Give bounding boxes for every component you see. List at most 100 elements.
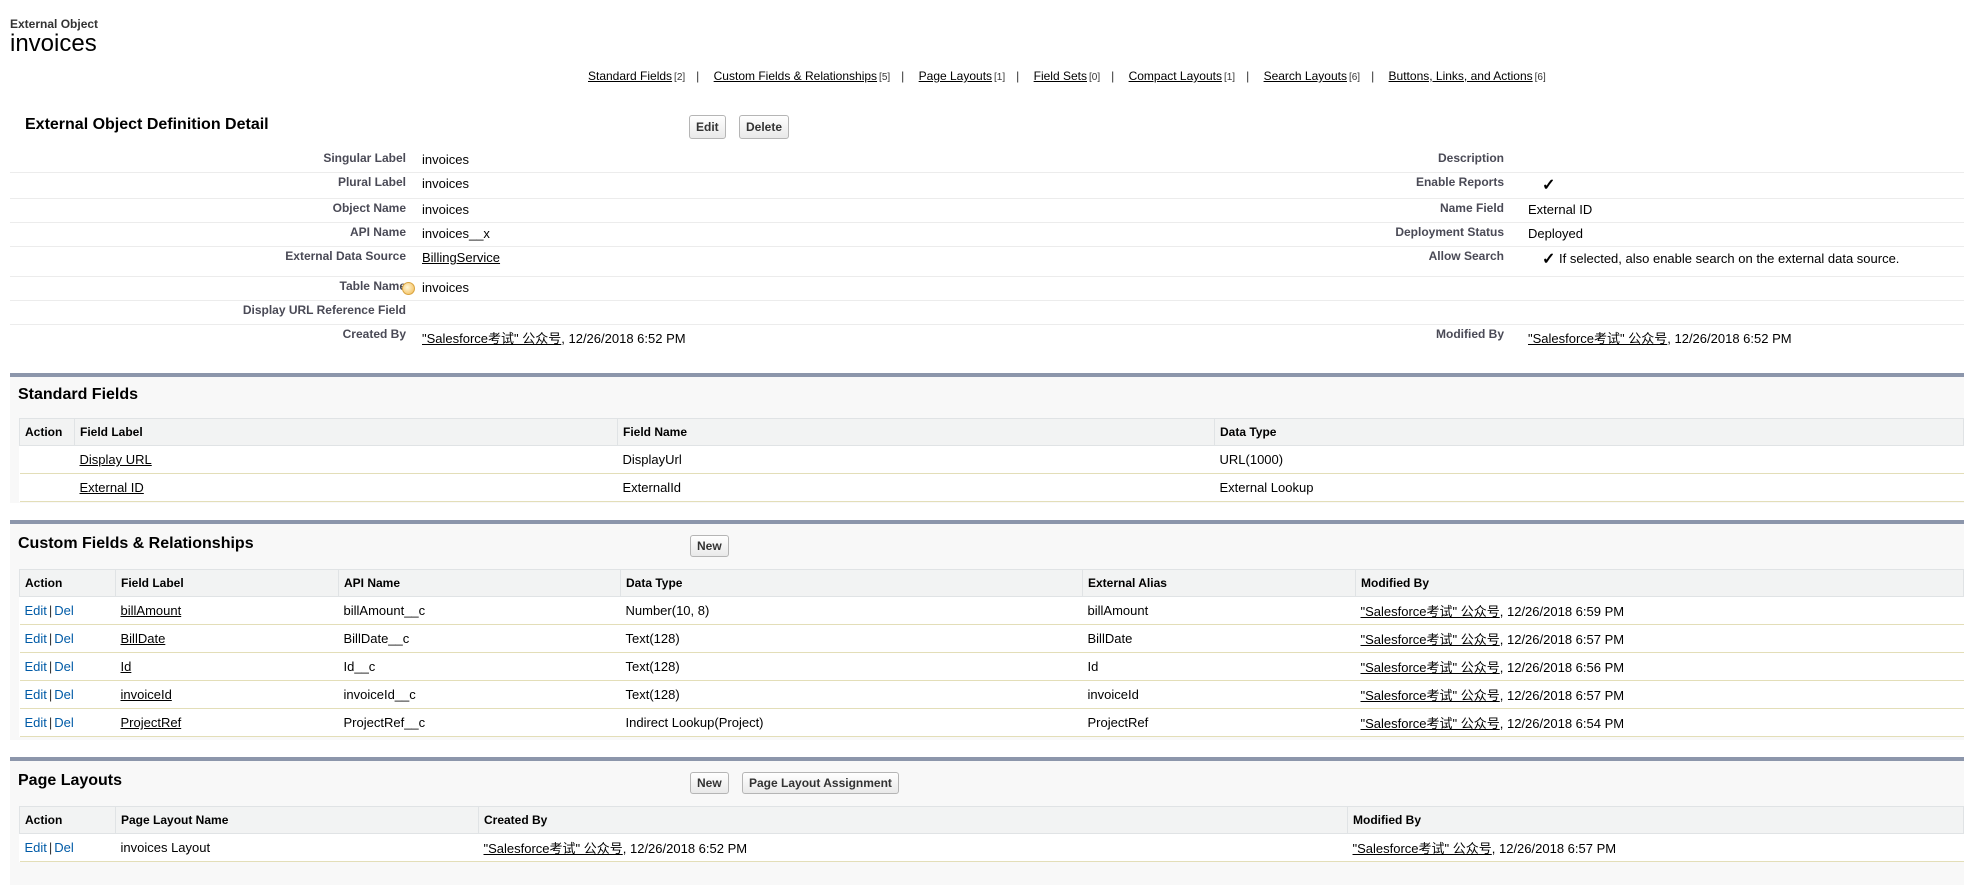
- custom-fields-title: Custom Fields & Relationships: [18, 535, 254, 552]
- data-type: External Lookup: [1214, 473, 1964, 502]
- detail-row: External Data Source BillingService Allo…: [10, 246, 1964, 277]
- detail-row: API Name invoices__x Deployment Status D…: [10, 222, 1964, 247]
- new-page-layout-button[interactable]: New: [690, 772, 729, 794]
- data-type: URL(1000): [1214, 445, 1964, 474]
- api-name: ProjectRef__c: [338, 708, 621, 737]
- api-name-value: invoices__x: [422, 226, 490, 241]
- custom-fields-table: Action Field Label API Name Data Type Ex…: [19, 569, 1964, 737]
- delete-link[interactable]: Del: [54, 631, 74, 646]
- modified-by: "Salesforce考试" 公众号, 12/26/2018 6:57 PM: [1355, 680, 1964, 709]
- field-label-link[interactable]: Id: [121, 659, 132, 674]
- description-label: Description: [1437, 151, 1504, 165]
- row-actions: Edit | Del: [19, 652, 116, 681]
- delete-link[interactable]: Del: [54, 603, 74, 618]
- column-header: Field Label: [115, 569, 339, 597]
- data-type: Number(10, 8): [620, 596, 1083, 625]
- data-type: Text(128): [620, 680, 1083, 709]
- edit-link[interactable]: Edit: [25, 840, 47, 855]
- created-by: "Salesforce考试" 公众号, 12/26/2018 6:52 PM: [478, 833, 1348, 862]
- link-field-sets[interactable]: Field Sets: [1034, 69, 1087, 83]
- link-custom-fields[interactable]: Custom Fields & Relationships: [714, 69, 877, 83]
- edit-link[interactable]: Edit: [25, 715, 47, 730]
- count-buttons-links-actions: [6]: [1534, 72, 1546, 83]
- standard-fields-section: Standard Fields Action Field Label Field…: [10, 373, 1964, 503]
- created-by-user-link[interactable]: "Salesforce考试" 公众号: [422, 331, 561, 346]
- delete-button[interactable]: Delete: [739, 115, 790, 139]
- column-header: Modified By: [1355, 569, 1964, 597]
- allow-search-checkmark-icon: ✓: [1542, 251, 1556, 268]
- modified-by-value: "Salesforce考试" 公众号, 12/26/2018 6:52 PM: [1528, 328, 1792, 347]
- link-compact-layouts[interactable]: Compact Layouts: [1129, 69, 1222, 83]
- user-link[interactable]: "Salesforce考试" 公众号: [1361, 716, 1500, 731]
- count-compact-layouts: [1]: [1223, 72, 1236, 83]
- enable-reports-checkmark-icon: ✓: [1542, 177, 1556, 194]
- page-layouts-table: Action Page Layout Name Created By Modif…: [19, 806, 1964, 862]
- field-label-link[interactable]: ProjectRef: [121, 715, 182, 730]
- new-custom-field-button[interactable]: New: [690, 535, 729, 557]
- external-data-source-link[interactable]: BillingService: [422, 250, 500, 265]
- link-page-layouts[interactable]: Page Layouts: [919, 69, 992, 83]
- modified-by: "Salesforce考试" 公众号, 12/26/2018 6:56 PM: [1355, 652, 1964, 681]
- user-link[interactable]: "Salesforce考试" 公众号: [1361, 632, 1500, 647]
- field-label-link[interactable]: billAmount: [121, 603, 182, 618]
- column-header: Data Type: [1214, 418, 1964, 446]
- modified-by-date: , 12/26/2018 6:52 PM: [1667, 331, 1792, 346]
- delete-link[interactable]: Del: [54, 659, 74, 674]
- page-layout-assignment-button[interactable]: Page Layout Assignment: [742, 772, 899, 794]
- column-header: Action: [19, 418, 75, 446]
- detail-row: Object Name invoices Name Field External…: [10, 198, 1964, 223]
- link-standard-fields[interactable]: Standard Fields: [588, 69, 672, 83]
- delete-link[interactable]: Del: [54, 715, 74, 730]
- modified-by-label: Modified By: [1436, 327, 1504, 341]
- related-list-links: Standard Fields [2] | Custom Fields & Rela…: [588, 69, 1546, 83]
- user-link[interactable]: "Salesforce考试" 公众号: [1361, 688, 1500, 703]
- user-link[interactable]: "Salesforce考试" 公众号: [1361, 660, 1500, 675]
- count-standard-fields: [2]: [674, 72, 686, 83]
- table-row: Edit | Del Id Id__c Text(128) Id "Salesfor…: [19, 652, 1964, 681]
- field-label-link[interactable]: External ID: [80, 480, 144, 495]
- delete-link[interactable]: Del: [54, 687, 74, 702]
- help-icon[interactable]: [402, 282, 415, 295]
- field-name: ExternalId: [617, 473, 1215, 502]
- created-by-date: , 12/26/2018 6:52 PM: [561, 331, 686, 346]
- link-buttons-links-actions[interactable]: Buttons, Links, and Actions: [1389, 69, 1533, 83]
- table-row: Display URL DisplayUrl URL(1000): [19, 445, 1964, 474]
- user-link[interactable]: "Salesforce考试" 公众号: [1361, 604, 1500, 619]
- field-label-link[interactable]: BillDate: [121, 631, 166, 646]
- row-actions: Edit | Del: [19, 708, 116, 737]
- external-alias: Id: [1082, 652, 1356, 681]
- user-link[interactable]: "Salesforce考试" 公众号: [484, 841, 623, 856]
- link-search-layouts[interactable]: Search Layouts: [1264, 69, 1347, 83]
- table-row: Edit | Del billAmount billAmount__c Number…: [19, 596, 1964, 625]
- detail-row: Display URL Reference Field: [10, 300, 1964, 325]
- name-field-label: Name Field: [1439, 201, 1504, 215]
- column-header: Page Layout Name: [115, 806, 479, 834]
- plural-label-value: invoices: [422, 176, 469, 191]
- column-header: API Name: [338, 569, 621, 597]
- modified-by: "Salesforce考试" 公众号, 12/26/2018 6:57 PM: [1355, 624, 1964, 653]
- edit-button[interactable]: Edit: [689, 115, 726, 139]
- edit-link[interactable]: Edit: [25, 659, 47, 674]
- api-name: BillDate__c: [338, 624, 621, 653]
- user-link[interactable]: "Salesforce考试" 公众号: [1353, 841, 1492, 856]
- field-label-link[interactable]: invoiceId: [121, 687, 172, 702]
- modified-by-user-link[interactable]: "Salesforce考试" 公众号: [1528, 331, 1667, 346]
- api-name: invoiceId__c: [338, 680, 621, 709]
- detail-row: Created By "Salesforce考试" 公众号, 12/26/201…: [10, 324, 1964, 348]
- column-header: Field Label: [74, 418, 618, 446]
- table-name-label: Table Name: [339, 279, 406, 293]
- delete-link[interactable]: Del: [54, 840, 74, 855]
- deployment-status-label: Deployment Status: [1395, 225, 1504, 239]
- table-row: Edit | Del invoices Layout "Salesforce考试" …: [19, 833, 1964, 862]
- enable-reports-label: Enable Reports: [1415, 175, 1504, 189]
- edit-link[interactable]: Edit: [25, 603, 47, 618]
- edit-link[interactable]: Edit: [25, 631, 47, 646]
- created-by-value: "Salesforce考试" 公众号, 12/26/2018 6:52 PM: [422, 328, 686, 347]
- column-header: Data Type: [620, 569, 1083, 597]
- external-data-source-label: External Data Source: [285, 249, 406, 263]
- field-label-link[interactable]: Display URL: [80, 452, 152, 467]
- external-alias: ProjectRef: [1082, 708, 1356, 737]
- singular-label-value: invoices: [422, 152, 469, 167]
- standard-fields-title: Standard Fields: [18, 386, 139, 403]
- edit-link[interactable]: Edit: [25, 687, 47, 702]
